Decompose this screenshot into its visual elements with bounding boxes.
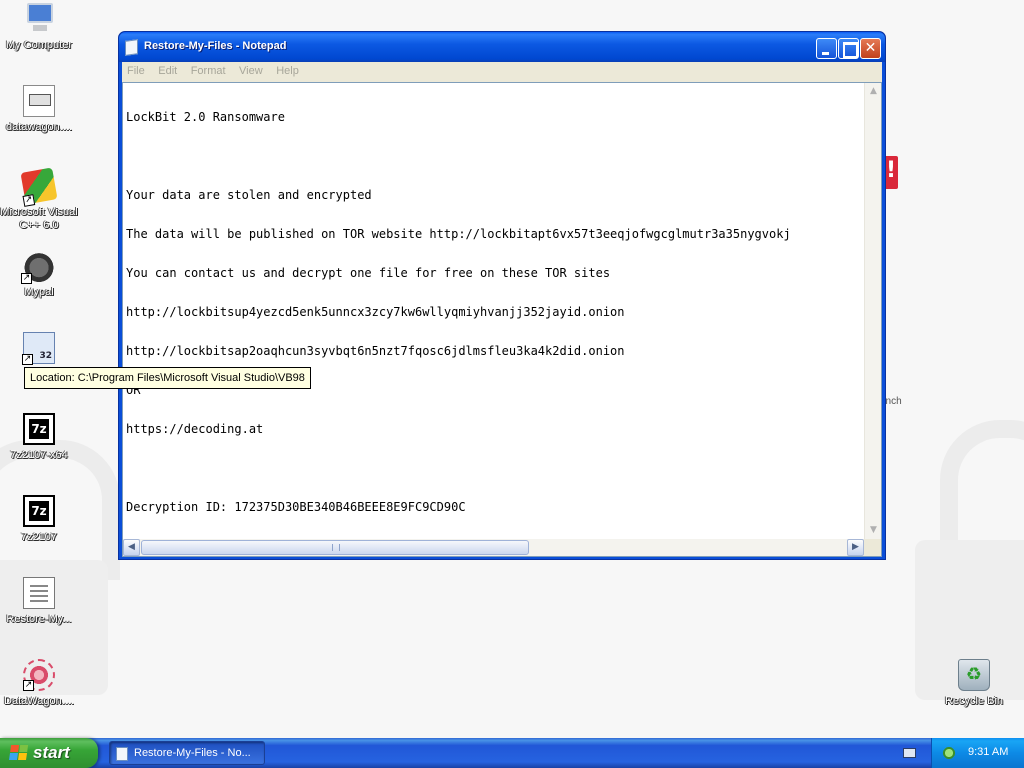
desktop-icon-label: Mypal xyxy=(24,286,54,298)
text-line xyxy=(126,150,863,163)
desktop-icon-label: 7z2107-x64 xyxy=(10,449,68,461)
scroll-grip-icon xyxy=(332,544,340,551)
desktop-icon-mypal[interactable]: ↗ Mypal xyxy=(0,250,79,299)
menu-help[interactable]: Help xyxy=(271,62,304,80)
close-button[interactable]: ✕ xyxy=(860,38,881,59)
location-tooltip: Location: C:\Program Files\Microsoft Vis… xyxy=(24,367,311,389)
scroll-right-arrow-icon[interactable]: ▶ xyxy=(847,539,864,556)
maximize-button[interactable] xyxy=(838,38,859,59)
desktop-icon-label: Recycle Bin xyxy=(944,695,1004,707)
notepad-icon[interactable] xyxy=(125,39,138,56)
menu-format[interactable]: Format xyxy=(186,62,231,80)
text-line: Your data are stolen and encrypted xyxy=(126,188,372,202)
shortcut-arrow-icon: ↗ xyxy=(23,680,34,691)
taskbar: start Restore-My-Files - No... 9:31 AM xyxy=(0,738,1024,768)
visual-cpp-icon: ↗ xyxy=(20,167,58,207)
7zip-icon: 7z xyxy=(23,495,55,527)
desktop-icon-label: datawagon.... xyxy=(5,121,73,133)
document-text[interactable]: LockBit 2.0 Ransomware Your data are sto… xyxy=(126,85,863,535)
desktop-icon-visual-cpp[interactable]: ↗ Microsoft Visual C++ 6.0 xyxy=(0,167,79,232)
shortcut-arrow-icon: ↗ xyxy=(21,273,32,284)
desktop-icon-label: Restore-My... xyxy=(6,613,72,625)
start-label: start xyxy=(33,743,70,762)
text-line: http://lockbitsap2oaqhcun3syvbqt6n5nzt7f… xyxy=(126,344,625,358)
notepad-icon xyxy=(116,747,128,761)
window-titlebar[interactable]: Restore-My-Files - Notepad ✕ xyxy=(119,32,885,62)
clock[interactable]: 9:31 AM xyxy=(968,746,1008,758)
menu-file[interactable]: File xyxy=(122,62,150,80)
text-line: The data will be published on TOR websit… xyxy=(126,227,791,241)
desktop-icon-datawagon-file[interactable]: datawagon.... xyxy=(0,85,79,134)
desktop-icon-label: DataWagon.... xyxy=(4,695,74,707)
windows-logo-icon xyxy=(9,745,29,761)
horizontal-scroll-thumb[interactable] xyxy=(141,540,529,555)
desktop-icon-7z2107-x64[interactable]: 7z 7z2107-x64 xyxy=(0,413,79,462)
text-line: Decryption ID: 172375D30BE340B46BEEE8E9F… xyxy=(126,500,466,514)
notepad-window[interactable]: Restore-My-Files - Notepad ✕ File Edit F… xyxy=(118,31,886,560)
scroll-up-arrow-icon[interactable]: ▲ xyxy=(865,83,881,100)
minimize-button[interactable] xyxy=(816,38,837,59)
desktop-icon-label: 7z2107 xyxy=(20,531,58,543)
document-file-icon xyxy=(23,85,55,117)
shortcut-arrow-icon: ↗ xyxy=(22,194,36,207)
desktop-icon-my-computer[interactable]: My Computer xyxy=(0,3,79,52)
text-line: http://lockbitsup4yezcd5enk5unncx3zcy7kw… xyxy=(126,305,625,319)
mypal-browser-icon: ↗ xyxy=(21,250,55,284)
recycle-bin-icon: ♻ xyxy=(958,659,990,691)
taskbar-button-notepad[interactable]: Restore-My-Files - No... xyxy=(109,741,265,765)
my-computer-icon xyxy=(23,3,55,35)
desktop-icon-recycle-bin[interactable]: ♻ Recycle Bin xyxy=(934,659,1014,708)
7zip-icon: 7z xyxy=(23,413,55,445)
scroll-down-arrow-icon[interactable]: ▼ xyxy=(865,522,881,539)
scroll-left-arrow-icon[interactable]: ◀ xyxy=(123,539,140,556)
start-button[interactable]: start xyxy=(0,738,98,768)
desktop-icon-datawagon[interactable]: ↗ DataWagon.... xyxy=(0,659,79,708)
system-tray: 9:31 AM xyxy=(931,738,1024,768)
vertical-scrollbar[interactable]: ▲ ▼ xyxy=(864,83,881,539)
horizontal-scrollbar[interactable]: ◀ ▶ xyxy=(123,539,864,556)
menu-bar: File Edit Format View Help xyxy=(122,62,882,82)
keyboard-language-icon[interactable] xyxy=(903,748,916,758)
shortcut-arrow-icon: ↗ xyxy=(22,354,33,365)
text-line: LockBit 2.0 Ransomware xyxy=(126,110,285,124)
scroll-corner xyxy=(864,539,881,556)
alert-exclamation-icon: ! xyxy=(884,156,898,189)
menu-view[interactable]: View xyxy=(234,62,268,80)
menu-edit[interactable]: Edit xyxy=(153,62,182,80)
text-line: https://decoding.at xyxy=(126,422,264,436)
text-line xyxy=(126,462,863,475)
desktop-icon-label: Microsoft Visual C++ 6.0 xyxy=(0,206,78,231)
desktop-icon-restore-my-files[interactable]: Restore-My... xyxy=(0,577,79,626)
network-tray-icon[interactable] xyxy=(942,746,956,760)
window-title: Restore-My-Files - Notepad xyxy=(144,40,287,52)
text-editor-area[interactable]: LockBit 2.0 Ransomware Your data are sto… xyxy=(122,82,882,557)
desktop-icon-label: My Computer xyxy=(5,39,73,51)
text-document-icon xyxy=(23,577,55,609)
text-line: You can contact us and decrypt one file … xyxy=(126,266,611,280)
desktop-icon-7z2107[interactable]: 7z 7z2107 xyxy=(0,495,79,544)
datawagon-icon: ↗ xyxy=(23,659,55,691)
wallpaper-lock-shackle-right xyxy=(940,420,1024,560)
visual-basic-icon: ↗ xyxy=(22,332,55,365)
taskbar-button-label: Restore-My-Files - No... xyxy=(134,747,251,759)
